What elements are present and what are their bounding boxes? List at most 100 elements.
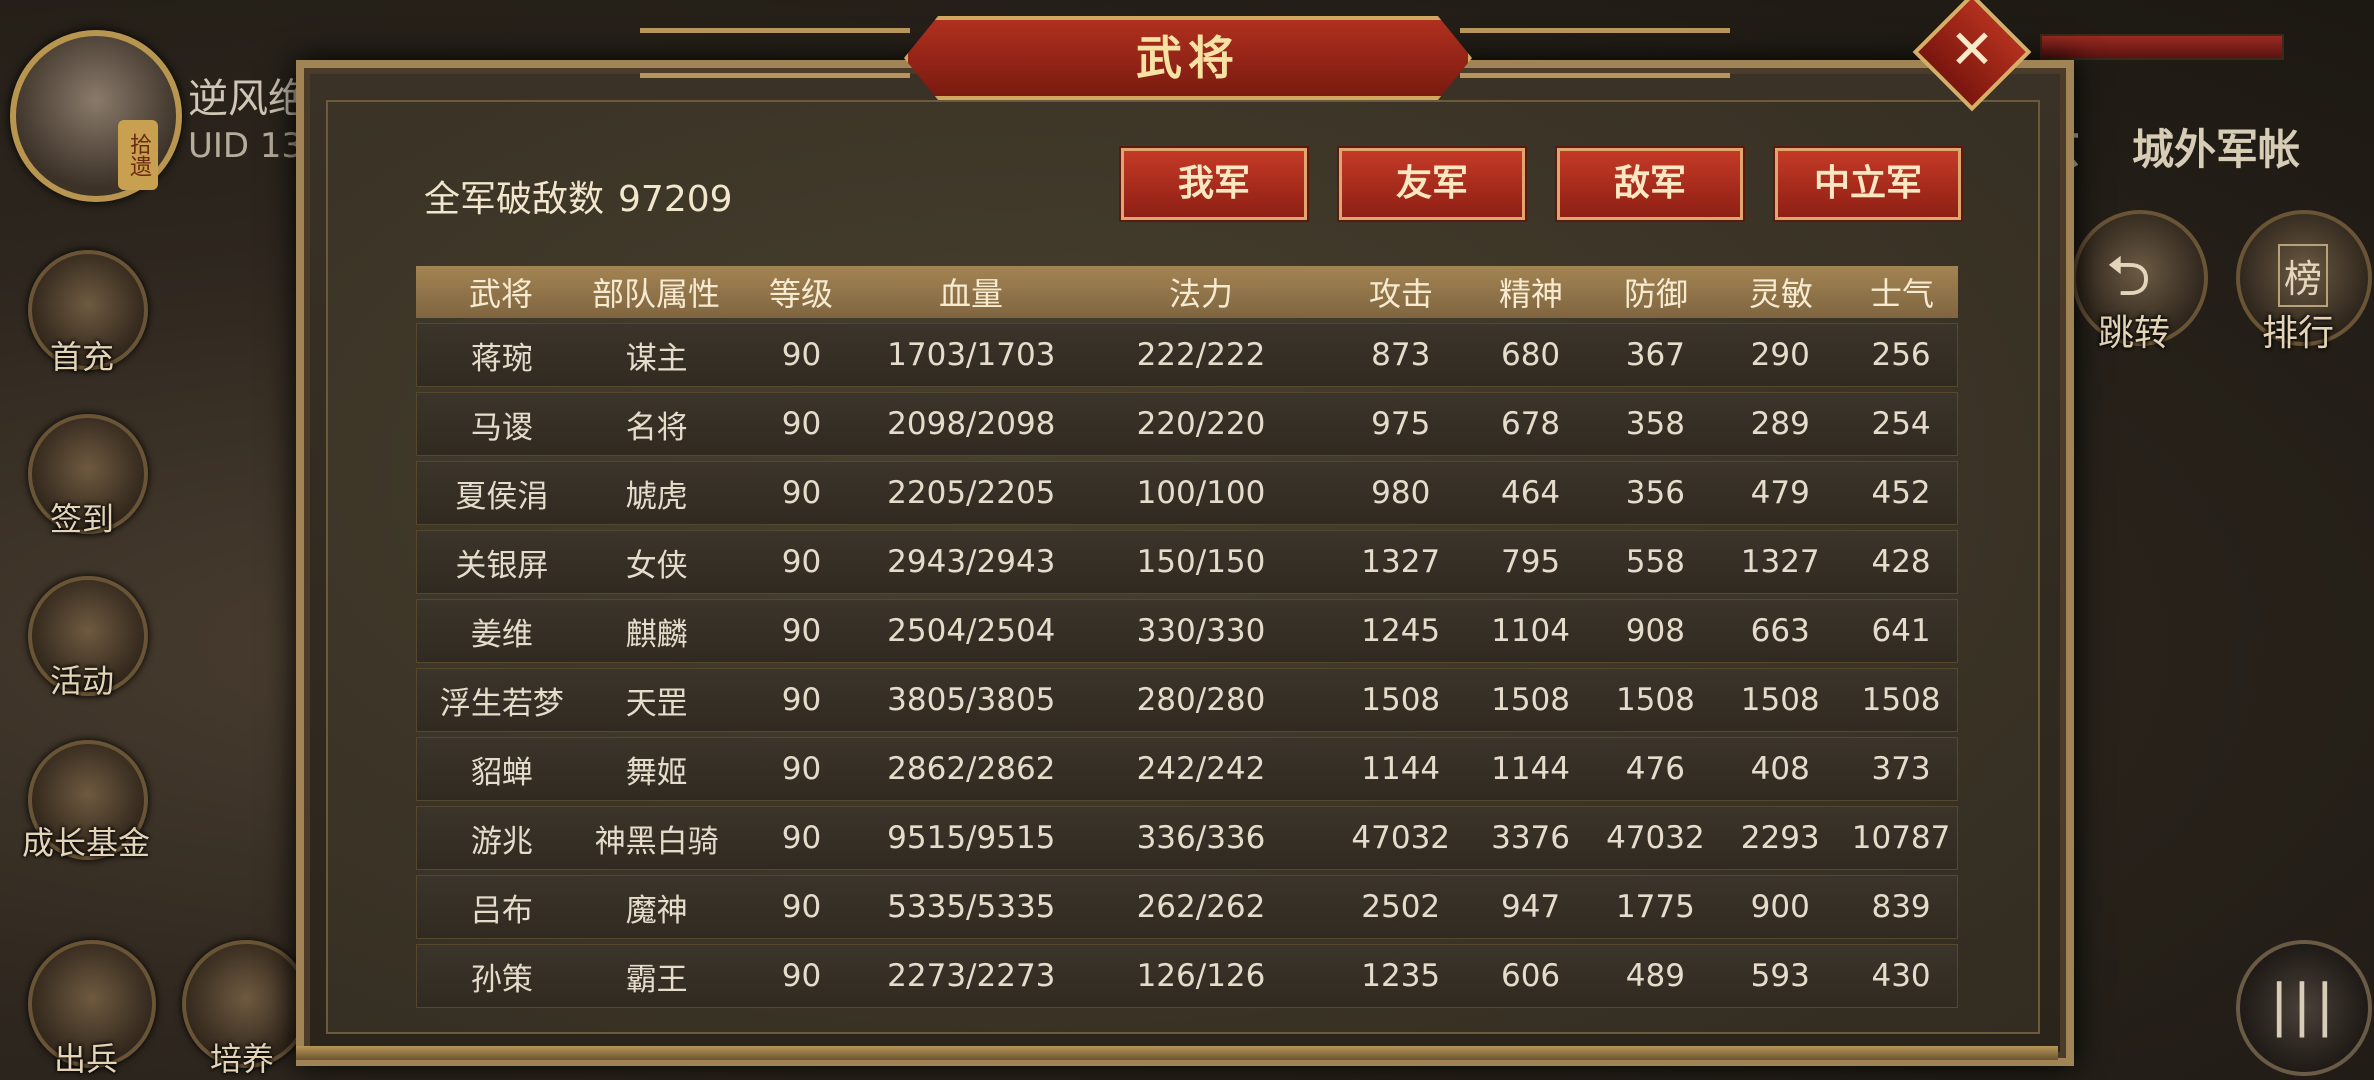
cell-hp: 2943/2943 [887, 544, 1056, 580]
table-row[interactable]: 关银屏 女侠 90 2943/2943 150/150 1327 795 558 1327 428 [416, 530, 1958, 594]
cell-morale: 452 [1871, 475, 1931, 511]
cell-level: 90 [781, 751, 822, 787]
column-header: 灵敏 [1748, 275, 1813, 313]
cell-agility: 663 [1750, 613, 1810, 649]
cell-troop-type: 名将 [625, 409, 688, 446]
cell-spirit: 1508 [1491, 682, 1570, 718]
column-header: 法力 [1168, 275, 1233, 313]
tab-camp-outside-city[interactable]: 城外军帐 [2132, 116, 2300, 177]
cell-morale: 1508 [1861, 682, 1941, 718]
ranking-label: 排行 [2262, 313, 2335, 354]
cell-mana: 222/222 [1136, 337, 1266, 373]
column-header: 等级 [768, 275, 833, 313]
table-row[interactable]: 夏侯涓 虓虎 90 2205/2205 100/100 980 464 356 479 452 [416, 461, 1958, 525]
cell-defense: 367 [1625, 337, 1685, 373]
cell-morale: 373 [1871, 751, 1931, 787]
cell-general-name: 浮生若梦 [439, 685, 564, 722]
cell-agility: 479 [1750, 475, 1810, 511]
first-recharge-label: 首充 [50, 338, 115, 376]
cell-morale: 256 [1871, 337, 1931, 373]
column-header: 攻击 [1368, 275, 1433, 313]
cell-general-name: 孙策 [470, 961, 533, 998]
cell-general-name: 姜维 [470, 616, 533, 653]
cell-level: 90 [781, 406, 822, 442]
cell-attack: 47032 [1351, 820, 1451, 856]
deploy-label: 出兵 [54, 1040, 119, 1078]
cell-defense: 356 [1625, 475, 1685, 511]
cell-spirit: 947 [1500, 889, 1561, 925]
cell-spirit: 795 [1500, 544, 1561, 580]
cell-attack: 980 [1371, 475, 1431, 511]
table-header: 武将 部队属性 等级 血量 法力 攻击 精神 防御 灵敏 士气 [416, 266, 1958, 318]
cell-mana: 330/330 [1136, 613, 1266, 649]
column-header: 武将 [468, 275, 533, 313]
cell-mana: 242/242 [1136, 751, 1266, 787]
cell-defense: 476 [1625, 751, 1685, 787]
title-ornament-left [640, 28, 910, 78]
table-row[interactable]: 孙策 霸王 90 2273/2273 126/126 1235 606 489 593 430 [416, 944, 1958, 1008]
cell-mana: 126/126 [1136, 958, 1266, 994]
sign-in-label: 签到 [50, 500, 115, 538]
cell-attack: 1245 [1361, 613, 1441, 649]
table-row[interactable]: 貂蝉 舞姬 90 2862/2862 242/242 1144 1144 476 408 373 [416, 737, 1958, 801]
cell-troop-type: 谋主 [625, 340, 688, 377]
tab-neutral-army[interactable]: 中立军 [1775, 148, 1961, 220]
cell-attack: 1508 [1361, 682, 1441, 718]
table-row[interactable]: 浮生若梦 天罡 90 3805/3805 280/280 1508 1508 1508 1508… [416, 668, 1958, 732]
activity-label: 活动 [50, 662, 115, 700]
cell-morale: 430 [1871, 958, 1931, 994]
dialog-bottom-border [296, 1046, 2058, 1060]
cell-morale: 428 [1871, 544, 1931, 580]
cell-morale: 839 [1871, 889, 1931, 925]
cell-agility: 408 [1750, 751, 1810, 787]
table-row[interactable]: 游兆 神黑白骑 90 9515/9515 336/336 47032 3376 47032 22… [416, 806, 1958, 870]
cell-hp: 2098/2098 [887, 406, 1056, 442]
train-label: 培养 [210, 1040, 275, 1078]
cell-hp: 2205/2205 [887, 475, 1056, 511]
cell-troop-type: 霸王 [625, 961, 688, 998]
cell-spirit: 678 [1500, 406, 1561, 442]
generals-table: 武将 部队属性 等级 血量 法力 攻击 精神 防御 灵敏 士气 蒋琬 谋主 90 17… [416, 266, 1958, 1008]
cell-troop-type: 魔神 [625, 892, 688, 929]
dialog-title: 武将 [904, 16, 1472, 100]
tab-our-army[interactable]: 我军 [1121, 148, 1307, 220]
table-row[interactable]: 姜维 麒麟 90 2504/2504 330/330 1245 1104 908 663 641 [416, 599, 1958, 663]
cell-attack: 1235 [1361, 958, 1441, 994]
menu-button[interactable]: ||| [2236, 940, 2372, 1076]
cell-level: 90 [781, 958, 822, 994]
cell-troop-type: 麒麟 [625, 616, 688, 653]
cell-agility: 1327 [1740, 544, 1820, 580]
cell-hp: 2504/2504 [887, 613, 1056, 649]
cell-defense: 558 [1625, 544, 1685, 580]
table-body: 蒋琬 谋主 90 1703/1703 222/222 873 680 367 290 256 马谡 名… [416, 323, 1958, 1008]
table-row[interactable]: 吕布 魔神 90 5335/5335 262/262 2502 947 1775 900 839 [416, 875, 1958, 939]
column-header: 精神 [1498, 275, 1563, 313]
column-header: 防御 [1623, 275, 1688, 313]
column-header: 士气 [1869, 275, 1934, 313]
cell-morale: 254 [1871, 406, 1931, 442]
cell-level: 90 [781, 613, 822, 649]
cell-troop-type: 神黑白骑 [594, 823, 719, 860]
cell-general-name: 蒋琬 [470, 340, 533, 377]
close-icon[interactable]: ✕ [1930, 8, 2014, 92]
column-header: 血量 [938, 275, 1003, 313]
cell-troop-type: 女侠 [625, 547, 688, 584]
total-kills-label: 全军破敌数 [424, 179, 605, 220]
player-name: 逆风绝 [188, 76, 308, 122]
tab-enemy-army[interactable]: 敌军 [1557, 148, 1743, 220]
cell-mana: 336/336 [1136, 820, 1266, 856]
cell-attack: 2502 [1361, 889, 1441, 925]
title-ornament-right [1460, 28, 1730, 78]
cell-level: 90 [781, 820, 822, 856]
cell-spirit: 680 [1500, 337, 1561, 373]
table-row[interactable]: 蒋琬 谋主 90 1703/1703 222/222 873 680 367 290 256 [416, 323, 1958, 387]
cell-mana: 280/280 [1136, 682, 1266, 718]
cell-hp: 2273/2273 [887, 958, 1056, 994]
total-kills-value: 97209 [618, 179, 733, 220]
cell-mana: 220/220 [1136, 406, 1266, 442]
table-row[interactable]: 马谡 名将 90 2098/2098 220/220 975 678 358 289 254 [416, 392, 1958, 456]
cell-level: 90 [781, 682, 822, 718]
cell-spirit: 606 [1500, 958, 1561, 994]
cell-general-name: 貂蝉 [470, 754, 533, 791]
tab-allied-army[interactable]: 友军 [1339, 148, 1525, 220]
